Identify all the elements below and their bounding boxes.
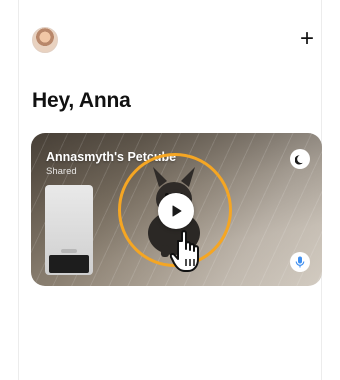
app-screen: + Hey, Anna Annasmyth's Petcube Shared bbox=[18, 0, 322, 380]
avatar[interactable] bbox=[32, 27, 58, 53]
camera-status: Shared bbox=[46, 166, 77, 177]
microphone-icon bbox=[295, 256, 305, 268]
play-icon bbox=[172, 205, 182, 217]
page-title: Hey, Anna bbox=[32, 89, 131, 112]
play-button[interactable] bbox=[158, 193, 194, 229]
add-button[interactable]: + bbox=[293, 25, 321, 53]
plus-icon: + bbox=[299, 25, 314, 52]
moon-icon bbox=[294, 154, 303, 164]
night-mode-button[interactable] bbox=[290, 149, 310, 169]
petcube-device-image bbox=[45, 185, 93, 275]
camera-card[interactable]: Annasmyth's Petcube Shared bbox=[31, 133, 322, 286]
hand-pointer-icon bbox=[170, 230, 199, 272]
microphone-button[interactable] bbox=[290, 252, 310, 272]
